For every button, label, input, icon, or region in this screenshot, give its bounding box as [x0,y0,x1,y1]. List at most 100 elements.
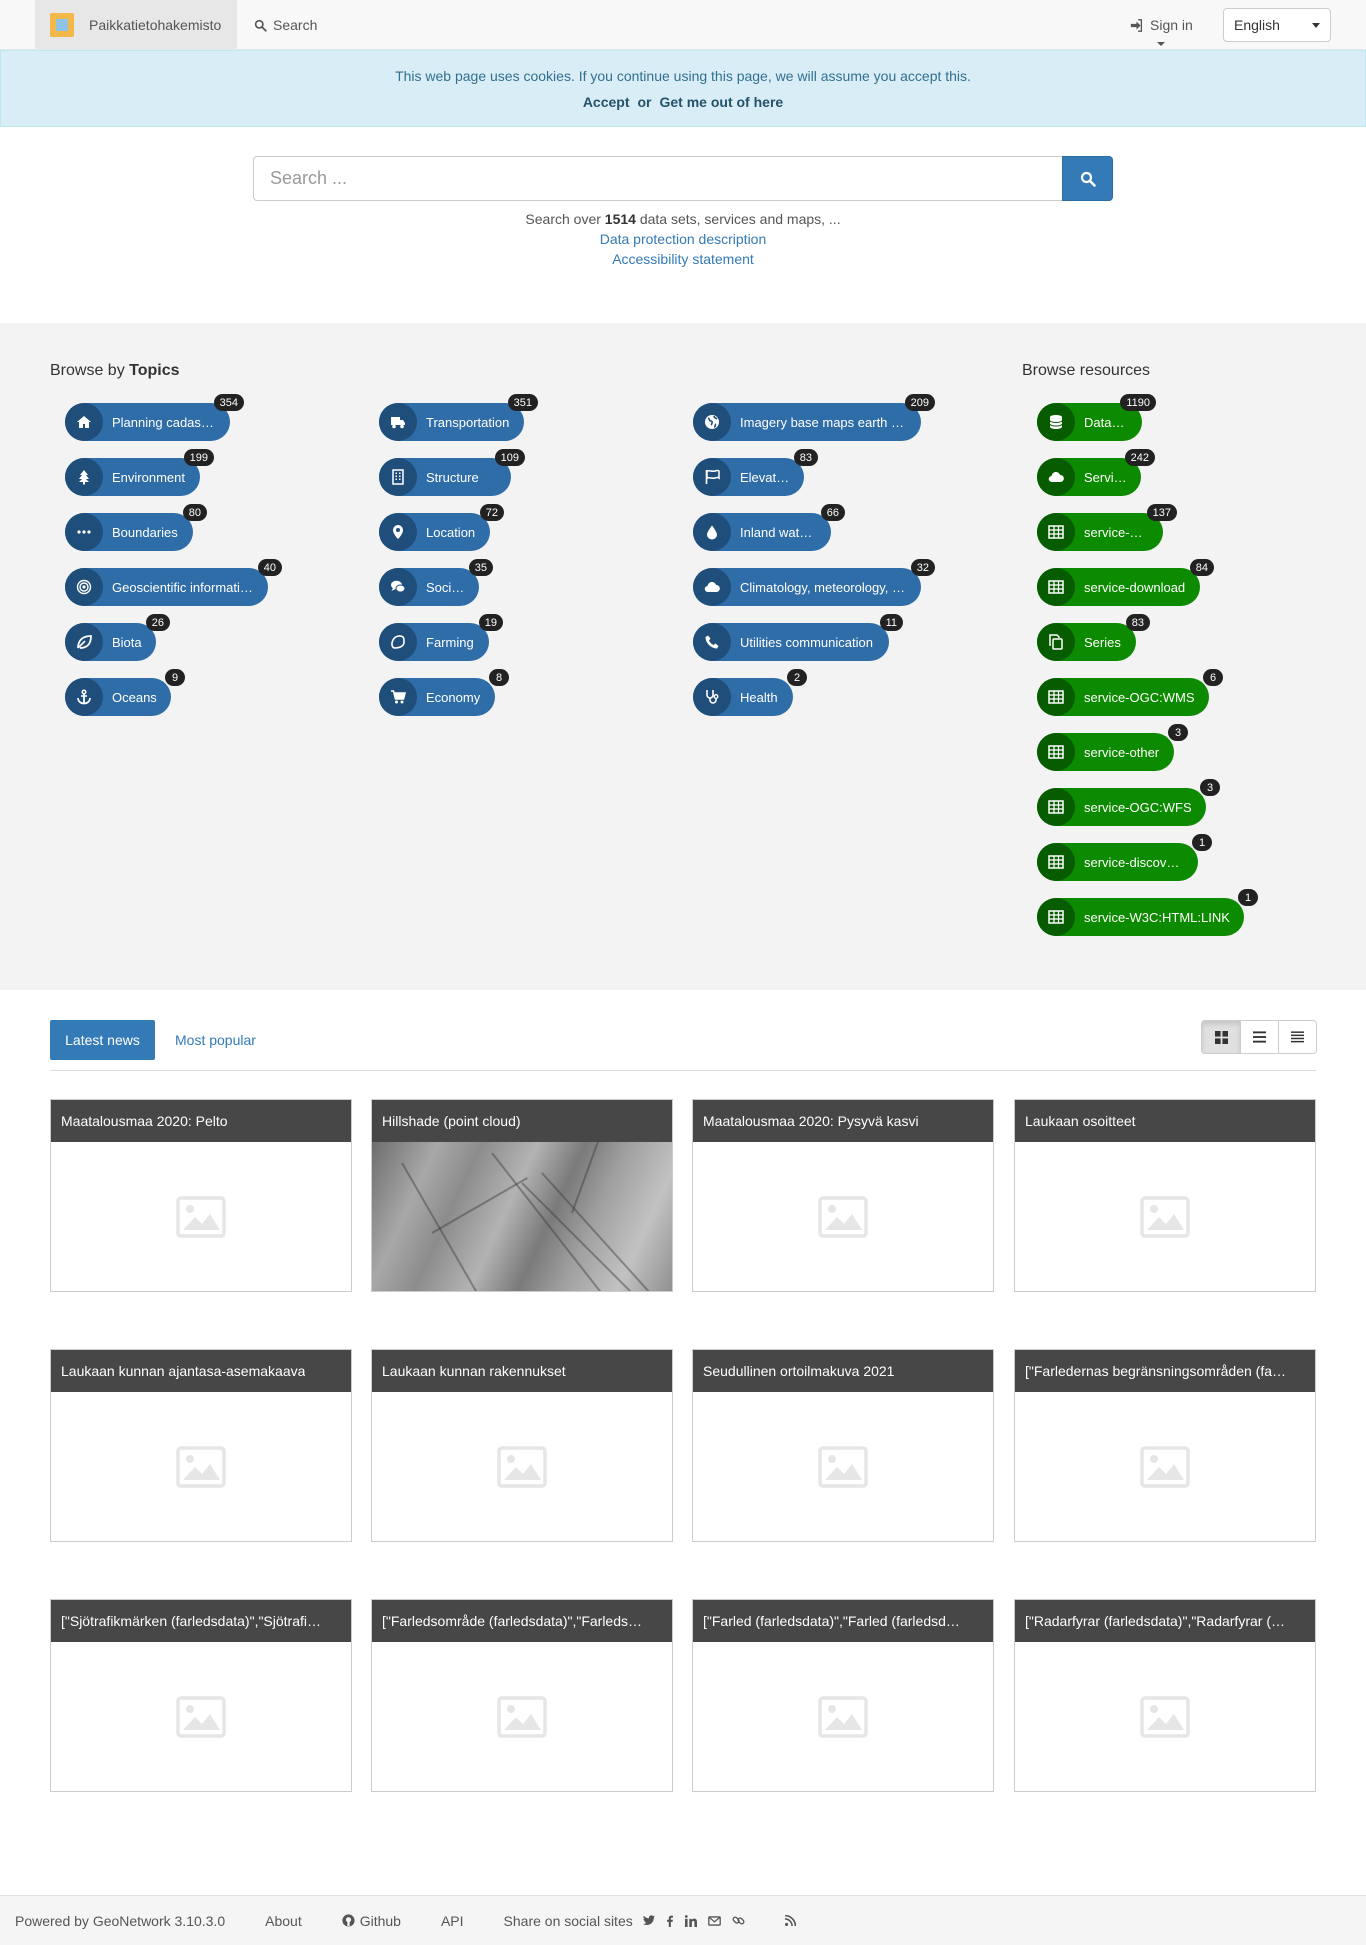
news-card[interactable]: Hillshade (point cloud) [371,1099,673,1292]
pill-label: Health [740,689,778,705]
data-protection-link[interactable]: Data protection description [0,229,1366,249]
card-title[interactable]: Maatalousmaa 2020: Pelto [51,1100,351,1142]
topic-structure[interactable]: Structure 109 [379,449,525,496]
topic-oceans[interactable]: Oceans 9 [65,669,185,716]
tab-most-popular[interactable]: Most popular [175,1020,256,1060]
resource-service-download[interactable]: service-download 84 [1037,559,1214,606]
topic-society[interactable]: Society 35 [379,559,493,606]
image-placeholder [372,1392,672,1541]
search-button[interactable] [1062,156,1113,201]
card-title[interactable]: ["Sjötrafikmärken (farledsdata)","Sjötra… [51,1600,351,1642]
news-card[interactable]: Maatalousmaa 2020: Pysyvä kasvi [692,1099,994,1292]
search-input[interactable]: Search ... [253,156,1063,201]
topic-location[interactable]: Location 72 [379,504,504,551]
count-badge: 80 [182,504,207,521]
card-title-text: Laukaan kunnan rakennukset [382,1363,566,1379]
accessibility-link[interactable]: Accessibility statement [0,249,1366,269]
ellipsis-icon [65,513,103,551]
pill-label: Farming [426,634,474,650]
card-title[interactable]: ["Radarfyrar (farledsdata)","Radarfyrar … [1015,1600,1315,1642]
rss-icon[interactable] [784,1915,796,1926]
card-title-text: ["Sjötrafikmärken (farledsdata)","Sjötra… [61,1613,321,1629]
tab-latest-news[interactable]: Latest news [50,1020,155,1060]
resource-service[interactable]: Service 242 [1037,449,1155,496]
topic-climatology-meteorology[interactable]: Climatology, meteorology, … 32 [693,559,935,606]
resource-service-view[interactable]: service-view 137 [1037,504,1177,551]
resource-service-ogc-wfs[interactable]: service-OGC:WFS 3 [1037,779,1220,826]
cookie-accept-link[interactable]: Accept [583,94,630,110]
twitter-icon[interactable] [642,1915,655,1926]
compact-list-view-button[interactable] [1278,1021,1316,1053]
card-title[interactable]: Laukaan kunnan ajantasa-asemakaava [51,1350,351,1392]
news-card[interactable]: ["Sjötrafikmärken (farledsdata)","Sjötra… [50,1599,352,1792]
topic-health[interactable]: Health 2 [693,669,807,716]
topic-environment[interactable]: Environment 199 [65,449,214,496]
cart-icon [379,678,417,716]
news-card[interactable]: Seudullinen ortoilmakuva 2021 [692,1349,994,1542]
news-card[interactable]: ["Radarfyrar (farledsdata)","Radarfyrar … [1014,1599,1316,1792]
news-card[interactable]: ["Farledsområde (farledsdata)","Farleds… [371,1599,673,1792]
topic-biota[interactable]: Biota 26 [65,614,170,661]
link-icon[interactable] [732,1914,745,1927]
linkedin-icon[interactable] [684,1914,697,1927]
card-title[interactable]: ["Farledernas begränsningsområden (fa… [1015,1350,1315,1392]
news-card[interactable]: Laukaan kunnan ajantasa-asemakaava [50,1349,352,1542]
image-placeholder-icon [176,1195,226,1238]
topic-elevation[interactable]: Elevation 83 [693,449,818,496]
top-navbar: Paikkatietohakemisto Search Sign in Engl… [0,0,1366,50]
card-title[interactable]: Hillshade (point cloud) [372,1100,672,1142]
topic-farming[interactable]: Farming 19 [379,614,503,661]
resource-service-w3c-html-link[interactable]: service-W3C:HTML:LINK 1 [1037,889,1258,936]
news-card[interactable]: Maatalousmaa 2020: Pelto [50,1099,352,1292]
sign-in-caret-icon[interactable] [1157,42,1165,46]
topic-boundaries[interactable]: Boundaries 80 [65,504,207,551]
topic-imagery-base-maps-earth[interactable]: Imagery base maps earth … 209 [693,394,935,441]
card-title[interactable]: ["Farledsområde (farledsdata)","Farleds… [372,1600,672,1642]
about-link[interactable]: About [265,1913,302,1929]
cookie-or-text: or [637,94,652,110]
resource-service-other[interactable]: service-other 3 [1037,724,1188,771]
count-badge: 26 [145,614,170,631]
cookie-actions: Accept or Get me out of here [1,94,1365,110]
card-title[interactable]: Laukaan osoitteet [1015,1100,1315,1142]
news-card[interactable]: ["Farledernas begränsningsområden (fa… [1014,1349,1316,1542]
topic-transportation[interactable]: Transportation 351 [379,394,538,441]
card-title[interactable]: Seudullinen ortoilmakuva 2021 [693,1350,993,1392]
news-card[interactable]: Laukaan kunnan rakennukset [371,1349,673,1542]
resource-service-ogc-wms[interactable]: service-OGC:WMS 6 [1037,669,1223,716]
image-placeholder [51,1142,351,1291]
grid-view-button[interactable] [1202,1021,1240,1053]
image-placeholder [1015,1142,1315,1291]
resource-service-discovery[interactable]: service-discovery 1 [1037,834,1212,881]
pill-label: Society [426,579,465,595]
list-view-button[interactable] [1240,1021,1278,1053]
resource-dataset[interactable]: Dataset 1190 [1037,394,1156,441]
count-badge: 242 [1124,449,1155,466]
cookie-reject-link[interactable]: Get me out of here [660,94,784,110]
card-title[interactable]: Laukaan kunnan rakennukset [372,1350,672,1392]
topic-economy[interactable]: Economy 8 [379,669,509,716]
card-title[interactable]: Maatalousmaa 2020: Pysyvä kasvi [693,1100,993,1142]
facebook-icon[interactable] [666,1915,674,1927]
image-placeholder [51,1642,351,1791]
pill-label: service-OGC:WMS [1084,689,1195,705]
resource-series[interactable]: Series 83 [1037,614,1150,661]
card-title-text: Maatalousmaa 2020: Pysyvä kasvi [703,1113,919,1129]
github-link[interactable]: Github [342,1913,401,1929]
topic-geoscientific-information[interactable]: Geoscientific information 40 [65,559,282,606]
news-card[interactable]: Laukaan osoitteet [1014,1099,1316,1292]
topic-utilities-communication[interactable]: Utilities communication 11 [693,614,903,661]
news-card[interactable]: ["Farled (farledsdata)","Farled (farleds… [692,1599,994,1792]
email-icon[interactable] [707,1915,721,1926]
nav-search-link[interactable]: Search [254,0,317,50]
count-badge: 1 [1192,834,1212,851]
brand-name: Paikkatietohakemisto [89,17,222,33]
brand-link[interactable]: Paikkatietohakemisto [35,0,237,50]
api-link[interactable]: API [441,1913,464,1929]
card-title[interactable]: ["Farled (farledsdata)","Farled (farleds… [693,1600,993,1642]
topic-planning-cadastre[interactable]: Planning cadastre 354 [65,394,244,441]
language-select[interactable]: English [1223,8,1331,42]
grid-icon [1214,1030,1228,1044]
topic-inland-waters[interactable]: Inland waters 66 [693,504,845,551]
nav-search-label: Search [273,17,318,33]
